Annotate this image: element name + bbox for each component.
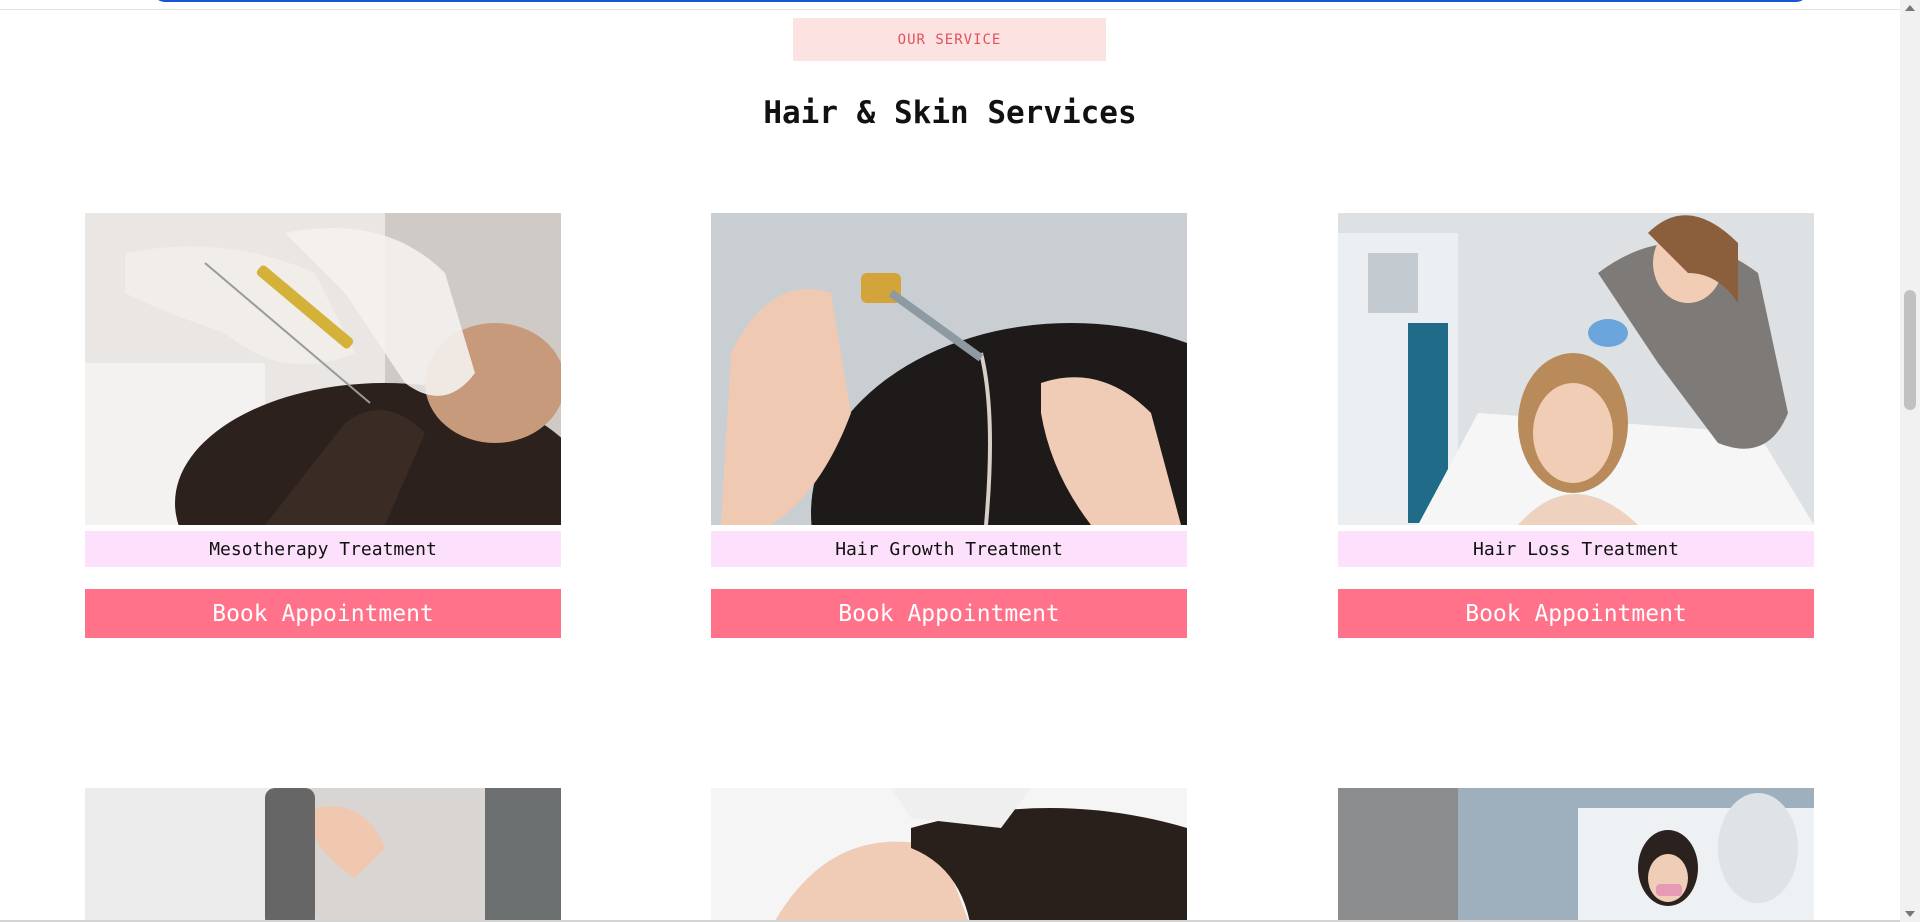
hair-growth-image xyxy=(711,213,1187,525)
service-name-text: Hair Growth Treatment xyxy=(835,538,1063,560)
vertical-scrollbar[interactable] xyxy=(1900,0,1920,922)
service-name: Mesotherapy Treatment xyxy=(85,531,561,567)
scroll-thumb[interactable] xyxy=(1904,290,1916,410)
sticky-navbar[interactable] xyxy=(153,0,1808,2)
book-appointment-button[interactable]: Book Appointment xyxy=(711,589,1187,638)
book-appointment-button[interactable]: Book Appointment xyxy=(1338,589,1814,638)
service-name-text: Mesotherapy Treatment xyxy=(209,538,437,560)
book-appointment-button[interactable]: Book Appointment xyxy=(85,589,561,638)
service-image-row2-2 xyxy=(711,788,1187,922)
service-name-text: Hair Loss Treatment xyxy=(1473,538,1679,560)
service-card-hair-loss: Hair Loss Treatment Book Appointment xyxy=(1338,213,1814,638)
service-card-mesotherapy: Mesotherapy Treatment Book Appointment xyxy=(85,213,561,638)
mesotherapy-image xyxy=(85,213,561,525)
service-name: Hair Loss Treatment xyxy=(1338,531,1814,567)
page-viewport: OUR SERVICE Hair & Skin Services Mesothe… xyxy=(0,0,1920,922)
section-tag: OUR SERVICE xyxy=(793,18,1106,61)
header-divider xyxy=(0,9,1900,10)
section-tag-label: OUR SERVICE xyxy=(897,31,1002,48)
scroll-down-icon[interactable] xyxy=(1905,911,1915,917)
hair-loss-image xyxy=(1338,213,1814,525)
section-title: Hair & Skin Services xyxy=(763,95,1137,131)
service-image-row2-3 xyxy=(1338,788,1814,922)
service-name: Hair Growth Treatment xyxy=(711,531,1187,567)
service-card-hair-growth: Hair Growth Treatment Book Appointment xyxy=(711,213,1187,638)
service-image-row2-1 xyxy=(85,788,561,922)
scroll-up-icon[interactable] xyxy=(1905,5,1915,11)
